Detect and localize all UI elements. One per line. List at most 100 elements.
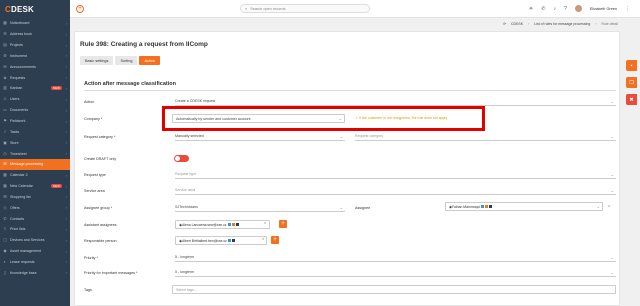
breadcrumb: ⟳ CDESK › List of rules for message proc… [503, 22, 618, 26]
copy-icon[interactable]: ❐ [626, 77, 637, 88]
sidebar-item-store[interactable]: ▣ Store › [0, 137, 70, 148]
priority-select[interactable]: 5 - longterm ⌄ [175, 253, 616, 262]
megaphone-icon: ✉ [3, 63, 7, 69]
offers-icon: ◇ [3, 204, 7, 210]
lightbulb-icon[interactable]: ☀ [529, 6, 533, 12]
chevron-right-icon: › [65, 31, 67, 37]
add-assistant-button[interactable]: + [279, 220, 287, 228]
company-label: Company * [84, 116, 103, 121]
tags-input[interactable]: Select tags... [172, 285, 616, 294]
sidebar-item-noticeboard[interactable]: ▦ Noticeboard › [0, 18, 70, 29]
section-divider [84, 90, 616, 91]
chevron-right-icon: › [65, 183, 67, 189]
new-badge: NEW [51, 86, 62, 91]
search-input[interactable]: ⌕ Search open records [240, 4, 370, 13]
add-icon[interactable]: + [76, 4, 84, 13]
request-type-select[interactable]: Request type ⌄ [175, 170, 616, 179]
sidebar-item-timesheet[interactable]: ◷ Timesheet › [0, 148, 70, 159]
sidebar-item-label: Noticeboard [10, 21, 30, 26]
sidebar-item-users[interactable]: ☺ Users › [0, 94, 70, 105]
sidebar-item-knowledge-base[interactable]: ▯ Knowledge base › [0, 267, 70, 278]
user-name[interactable]: Elizabeth Green [590, 7, 617, 11]
chevron-down-icon: ⌄ [610, 98, 614, 104]
sidebar-item-price-lists[interactable]: ≡ Price lists › [0, 224, 70, 235]
sidebar-item-message-processing[interactable]: ✉ Message processing › [0, 158, 70, 170]
sidebar-item-label: New Calendar [10, 184, 33, 189]
sidebar-item-label: Calendar 2 [10, 173, 28, 178]
breadcrumb-item-list[interactable]: List of rules for message processing [534, 22, 590, 26]
sidebar-item-label: Instrument [10, 53, 27, 58]
sidebar: CDESK ▦ Noticeboard › ☰ Address book › ▤ Projec… [0, 0, 70, 306]
draft-toggle[interactable] [174, 155, 189, 162]
sidebar-item-label: Knowledge base [10, 270, 37, 275]
save-icon[interactable]: ▪ [626, 60, 637, 71]
help-icon[interactable]: ? [564, 6, 567, 12]
sidebar-item-tasks[interactable]: ✓ Tasks › [0, 126, 70, 137]
chevron-right-icon: › [65, 216, 67, 222]
refresh-icon[interactable]: ⟳ [503, 22, 506, 26]
bell-icon[interactable]: ♪ [553, 6, 556, 12]
sidebar-item-offers[interactable]: ◇ Offers › [0, 202, 70, 213]
sidebar-item-projects[interactable]: ▤ Projects › [0, 40, 70, 51]
mail-icon: ✉ [3, 161, 7, 167]
chevron-down-icon: ⌄ [610, 171, 614, 177]
request-category-mode-select[interactable]: Manually selected ⌄ [175, 132, 345, 141]
chevron-right-icon: › [65, 85, 67, 91]
logo[interactable]: CDESK [0, 0, 70, 18]
sidebar-item-label: Tasks [10, 129, 20, 134]
sidebar-item-devices-and-services[interactable]: ▢ Devices and Services › [0, 235, 70, 246]
sidebar-item-announcements[interactable]: ✉ Announcements › [0, 61, 70, 72]
sidebar-menu: ▦ Noticeboard › ☰ Address book › ▤ Projects › ⚙ In… [0, 18, 70, 278]
assignee-select[interactable]: ◉ Fabian Mammoqui ⌄ [445, 202, 603, 211]
sidebar-item-instrument[interactable]: ⚙ Instrument › [0, 51, 70, 62]
chevron-down-icon: ⌄ [610, 133, 614, 139]
contacts-icon: ☰ [3, 31, 7, 37]
chevron-right-icon: › [65, 53, 67, 59]
chevron-right-icon: › [65, 259, 67, 265]
chevron-right-icon: › [65, 96, 67, 102]
action-select[interactable]: Create a CDESK request ⌄ [175, 97, 616, 106]
service-area-select[interactable]: Service area ⌄ [175, 186, 616, 195]
sidebar-item-fieldwork[interactable]: ⚑ Fieldwork › [0, 116, 70, 127]
assignee-label: Assignee [355, 205, 371, 210]
topbar: + ⌕ Search open records ☀ ✆ ♪ ? Elizabet… [70, 0, 640, 18]
tab-basic-settings[interactable]: Basic settings [80, 56, 114, 65]
close-icon[interactable]: × [264, 220, 266, 225]
sidebar-item-calendar-2[interactable]: ▦ Calendar 2 › [0, 170, 70, 181]
assistant-label: Assistant assignees [84, 222, 117, 227]
breadcrumb-item-home[interactable]: CDESK [511, 22, 523, 26]
sidebar-item-address-book[interactable]: ☰ Address book › [0, 29, 70, 40]
request-category-label: Request category * [84, 134, 116, 139]
sidebar-item-asset-management[interactable]: ◆ Asset management › [0, 246, 70, 257]
avatar[interactable] [574, 5, 582, 12]
chevron-right-icon: › [65, 237, 67, 243]
sidebar-item-documents[interactable]: ▭ Documents › [0, 105, 70, 116]
sidebar-item-kanban[interactable]: ▥ Kanban NEW › [0, 83, 70, 94]
sidebar-item-new-calendar[interactable]: ▦ New Calendar NEW › [0, 181, 70, 192]
add-responsible-button[interactable]: + [271, 236, 279, 244]
sidebar-item-lease-requests[interactable]: ◐ Lease requests › [0, 257, 70, 268]
priority-important-select[interactable]: 5 - longterm ⌄ [175, 268, 616, 277]
sidebar-item-contacts[interactable]: ✆ Contacts › [0, 213, 70, 224]
tab-bar: Basic settings Sorting Action [80, 56, 161, 65]
chevron-right-icon: › [65, 248, 67, 254]
delete-icon[interactable]: ✖ [626, 94, 637, 105]
timesheet-icon: ◷ [3, 150, 7, 156]
sidebar-item-label: Projects [10, 43, 23, 48]
sidebar-item-requests[interactable]: ◈ Requests › [0, 72, 70, 83]
chevron-right-icon: › [65, 140, 67, 146]
sidebar-item-shopping-list[interactable]: ⊞ Shopping list › [0, 192, 70, 203]
request-category-select[interactable]: Request category ⌄ [355, 132, 616, 141]
close-icon[interactable]: × [608, 203, 610, 208]
chevron-right-icon: › [65, 64, 67, 70]
assignee-group-select[interactable]: SJTechnicians ⌄ [175, 203, 345, 212]
assistant-select[interactable]: ◉ Alena Lancaena.sew@cse.cz [175, 220, 270, 229]
grid-icon[interactable]: ⋮ [625, 6, 630, 12]
responsible-select[interactable]: ◉ Albert Birthalbert.ben@cse.cz [175, 236, 267, 245]
tab-sorting[interactable]: Sorting [115, 56, 138, 65]
tab-action[interactable]: Action [139, 56, 161, 65]
close-icon[interactable]: × [262, 236, 264, 241]
phone-icon[interactable]: ✆ [541, 6, 545, 12]
board-icon: ▦ [3, 20, 7, 26]
highlight-box [162, 106, 485, 131]
